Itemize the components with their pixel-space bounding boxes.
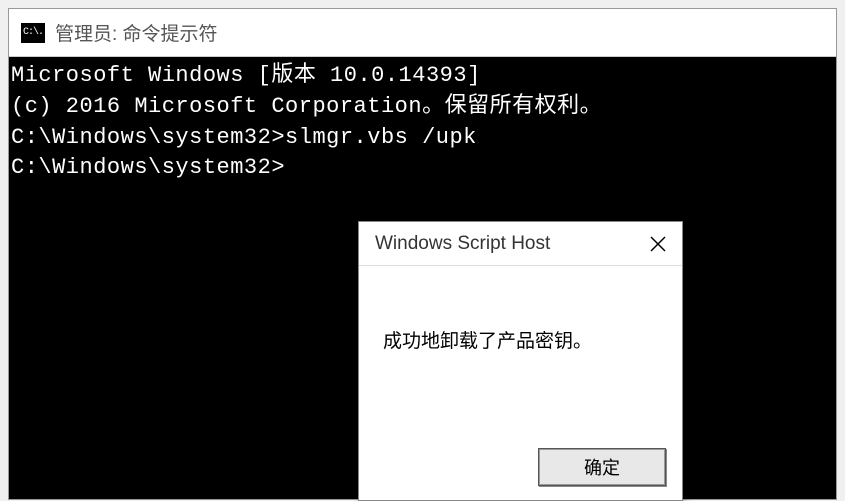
dialog-message: 成功地卸载了产品密钥。	[359, 266, 682, 373]
titlebar[interactable]: C:\. 管理员: 命令提示符	[9, 9, 836, 57]
terminal-prompt: C:\Windows\system32>	[11, 153, 834, 184]
dialog-titlebar[interactable]: Windows Script Host	[359, 222, 682, 266]
terminal-line: C:\Windows\system32>slmgr.vbs /upk	[11, 123, 834, 154]
close-icon	[650, 236, 666, 252]
terminal-line: (c) 2016 Microsoft Corporation。保留所有权利。	[11, 92, 834, 123]
terminal-line: Microsoft Windows [版本 10.0.14393]	[11, 61, 834, 92]
window-title: 管理员: 命令提示符	[55, 19, 218, 46]
dialog-title: Windows Script Host	[375, 233, 550, 255]
close-button[interactable]	[634, 222, 682, 266]
dialog-footer: 确定	[522, 434, 682, 500]
cmd-icon: C:\.	[21, 23, 45, 43]
wsh-dialog: Windows Script Host 成功地卸载了产品密钥。 确定	[358, 221, 683, 501]
ok-button[interactable]: 确定	[538, 448, 666, 486]
